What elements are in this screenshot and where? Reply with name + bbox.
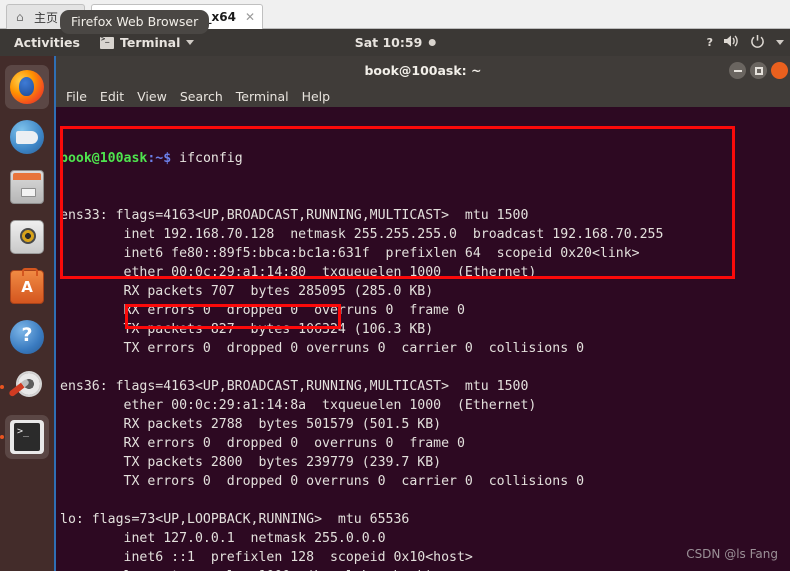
tab-home-label: 主页 xyxy=(34,10,59,25)
power-icon-svg xyxy=(751,34,764,48)
terminal-line: RX packets 2788 bytes 501579 (501.5 KB) xyxy=(60,417,442,432)
terminal-line: lo: flags=73<UP,LOOPBACK,RUNNING> mtu 65… xyxy=(60,512,410,527)
watermark: CSDN @ls Fang xyxy=(686,547,778,561)
terminal-line: inet 127.0.0.1 netmask 255.0.0.0 xyxy=(60,531,386,546)
terminal-titlebar[interactable]: book@100ask: ~ xyxy=(56,56,790,85)
app-menu-label: Terminal xyxy=(119,35,181,50)
menu-terminal[interactable]: Terminal xyxy=(236,89,289,104)
volume-icon[interactable] xyxy=(723,34,739,51)
firefox-icon xyxy=(10,70,44,104)
dock-item-thunderbird[interactable] xyxy=(5,115,49,159)
terminal-line: ether 00:0c:29:a1:14:80 txqueuelen 1000 … xyxy=(60,265,537,280)
files-icon xyxy=(10,170,44,204)
menu-file[interactable]: File xyxy=(66,89,87,104)
terminal-line: ether 00:0c:29:a1:14:8a txqueuelen 1000 … xyxy=(60,398,537,413)
system-tray: ? xyxy=(707,34,784,52)
terminal-output-lines: ens33: flags=4163<UP,BROADCAST,RUNNING,M… xyxy=(60,206,790,571)
dock-item-rhythmbox[interactable] xyxy=(5,215,49,259)
prompt-user: book@100ask xyxy=(60,151,148,166)
menu-edit[interactable]: Edit xyxy=(100,89,124,104)
thunderbird-icon xyxy=(10,120,44,154)
dock-item-terminal[interactable] xyxy=(0,415,49,459)
terminal-line: TX packets 827 bytes 106324 (106.3 KB) xyxy=(60,322,434,337)
tab-ubuntu-vm-close-icon[interactable]: ✕ xyxy=(245,10,255,24)
clock-button[interactable]: Sat 10:59 xyxy=(355,35,436,50)
terminal-line: TX errors 0 dropped 0 overruns 0 carrier… xyxy=(60,474,585,489)
prompt-path: :~$ xyxy=(147,151,172,166)
terminal-output[interactable]: book@100ask:~$ ifconfig ens33: flags=416… xyxy=(56,107,790,571)
menu-search[interactable]: Search xyxy=(180,89,223,104)
terminal-prompt-line: book@100ask:~$ ifconfig xyxy=(60,149,790,168)
prompt-command: ifconfig xyxy=(179,151,243,166)
minimize-button[interactable] xyxy=(729,62,746,79)
screenshot-root: ⌂ 主页 ✕ ubuntu18.04_x64 ✕ Activities Term… xyxy=(0,0,790,571)
dock-item-ubuntu-software[interactable] xyxy=(5,265,49,309)
dock-item-help[interactable] xyxy=(5,315,49,359)
power-icon[interactable] xyxy=(750,34,765,52)
chevron-down-icon xyxy=(186,40,195,45)
running-indicator-icon xyxy=(0,385,4,389)
menu-help[interactable]: Help xyxy=(302,89,331,104)
terminal-title: book@100ask: ~ xyxy=(364,63,482,78)
terminal-window: book@100ask: ~ File Edit View Search Ter… xyxy=(56,56,790,571)
terminal-app-icon xyxy=(10,420,44,454)
terminal-line: ens33: flags=4163<UP,BROADCAST,RUNNING,M… xyxy=(60,208,529,223)
close-button[interactable] xyxy=(771,62,788,79)
activities-button[interactable]: Activities xyxy=(14,35,80,50)
window-controls xyxy=(729,62,788,79)
firefox-tooltip: Firefox Web Browser xyxy=(60,10,210,34)
maximize-button[interactable] xyxy=(750,62,767,79)
terminal-line: RX errors 0 dropped 0 overruns 0 frame 0 xyxy=(60,436,465,451)
notification-dot-icon xyxy=(428,39,436,46)
terminal-line: ens36: flags=4163<UP,BROADCAST,RUNNING,M… xyxy=(60,379,529,394)
rhythmbox-icon xyxy=(10,220,44,254)
dock-item-settings[interactable] xyxy=(0,365,49,409)
terminal-line: inet 192.168.70.128 netmask 255.255.255.… xyxy=(60,227,664,242)
ubuntu-dock xyxy=(0,56,56,571)
terminal-line: RX packets 707 bytes 285095 (285.0 KB) xyxy=(60,284,434,299)
system-menu-chevron-down-icon[interactable] xyxy=(776,40,784,45)
help-icon xyxy=(10,320,44,354)
terminal-icon xyxy=(99,35,114,49)
home-icon: ⌂ xyxy=(16,9,24,24)
app-menu-terminal[interactable]: Terminal xyxy=(99,35,195,50)
terminal-line: inet6 ::1 prefixlen 128 scopeid 0x10<hos… xyxy=(60,550,473,565)
terminal-line: RX errors 0 dropped 0 overruns 0 frame 0 xyxy=(60,303,465,318)
running-indicator-icon xyxy=(0,435,4,439)
terminal-line: inet6 fe80::89f5:bbca:bc1a:631f prefixle… xyxy=(60,246,640,261)
clock-label: Sat 10:59 xyxy=(354,35,423,50)
ubuntu-software-icon xyxy=(10,268,44,304)
terminal-line: TX errors 0 dropped 0 overruns 0 carrier… xyxy=(60,341,585,356)
settings-gear-icon xyxy=(10,370,44,404)
dock-item-files[interactable] xyxy=(5,165,49,209)
terminal-line: loop txqueuelen 1000 (Local Loopback) xyxy=(60,567,790,571)
network-unknown-icon[interactable]: ? xyxy=(707,37,713,48)
menu-view[interactable]: View xyxy=(137,89,167,104)
dock-item-firefox[interactable] xyxy=(5,65,49,109)
terminal-menubar: File Edit View Search Terminal Help xyxy=(56,85,790,107)
volume-icon-svg xyxy=(724,35,738,47)
terminal-line: TX packets 2800 bytes 239779 (239.7 KB) xyxy=(60,455,442,470)
